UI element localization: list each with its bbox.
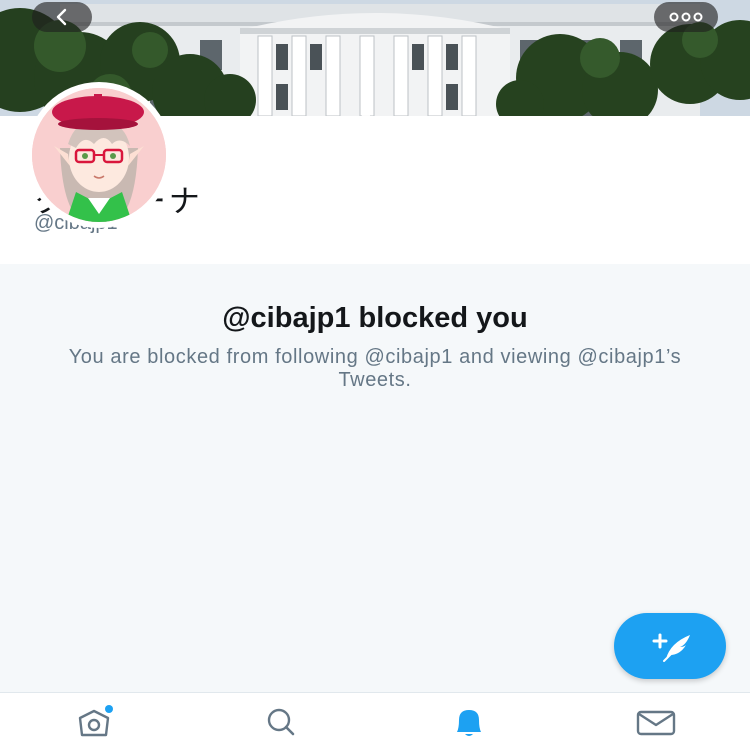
- notifications-icon: [456, 709, 481, 736]
- avatar[interactable]: [26, 82, 172, 228]
- avatar-image: [32, 88, 166, 222]
- nav-search[interactable]: [188, 693, 376, 750]
- blocked-title: @cibajp1 blocked you: [222, 302, 528, 334]
- back-button[interactable]: [32, 2, 92, 32]
- compose-tweet-button[interactable]: [614, 613, 726, 679]
- blocked-description: You are blocked from following @cibajp1 …: [68, 346, 682, 391]
- more-horizontal-icon: [669, 12, 703, 22]
- bottom-navigation: [0, 692, 750, 750]
- notification-badge: [104, 704, 113, 713]
- nav-notifications[interactable]: [375, 693, 563, 750]
- compose-tweet-icon: [652, 633, 690, 662]
- chevron-left-icon: [56, 8, 67, 26]
- nav-home[interactable]: [0, 693, 188, 750]
- more-options-button[interactable]: [654, 2, 718, 32]
- messages-icon: [637, 710, 676, 735]
- home-icon: [78, 704, 113, 736]
- nav-messages[interactable]: [563, 693, 750, 750]
- search-icon: [268, 708, 295, 735]
